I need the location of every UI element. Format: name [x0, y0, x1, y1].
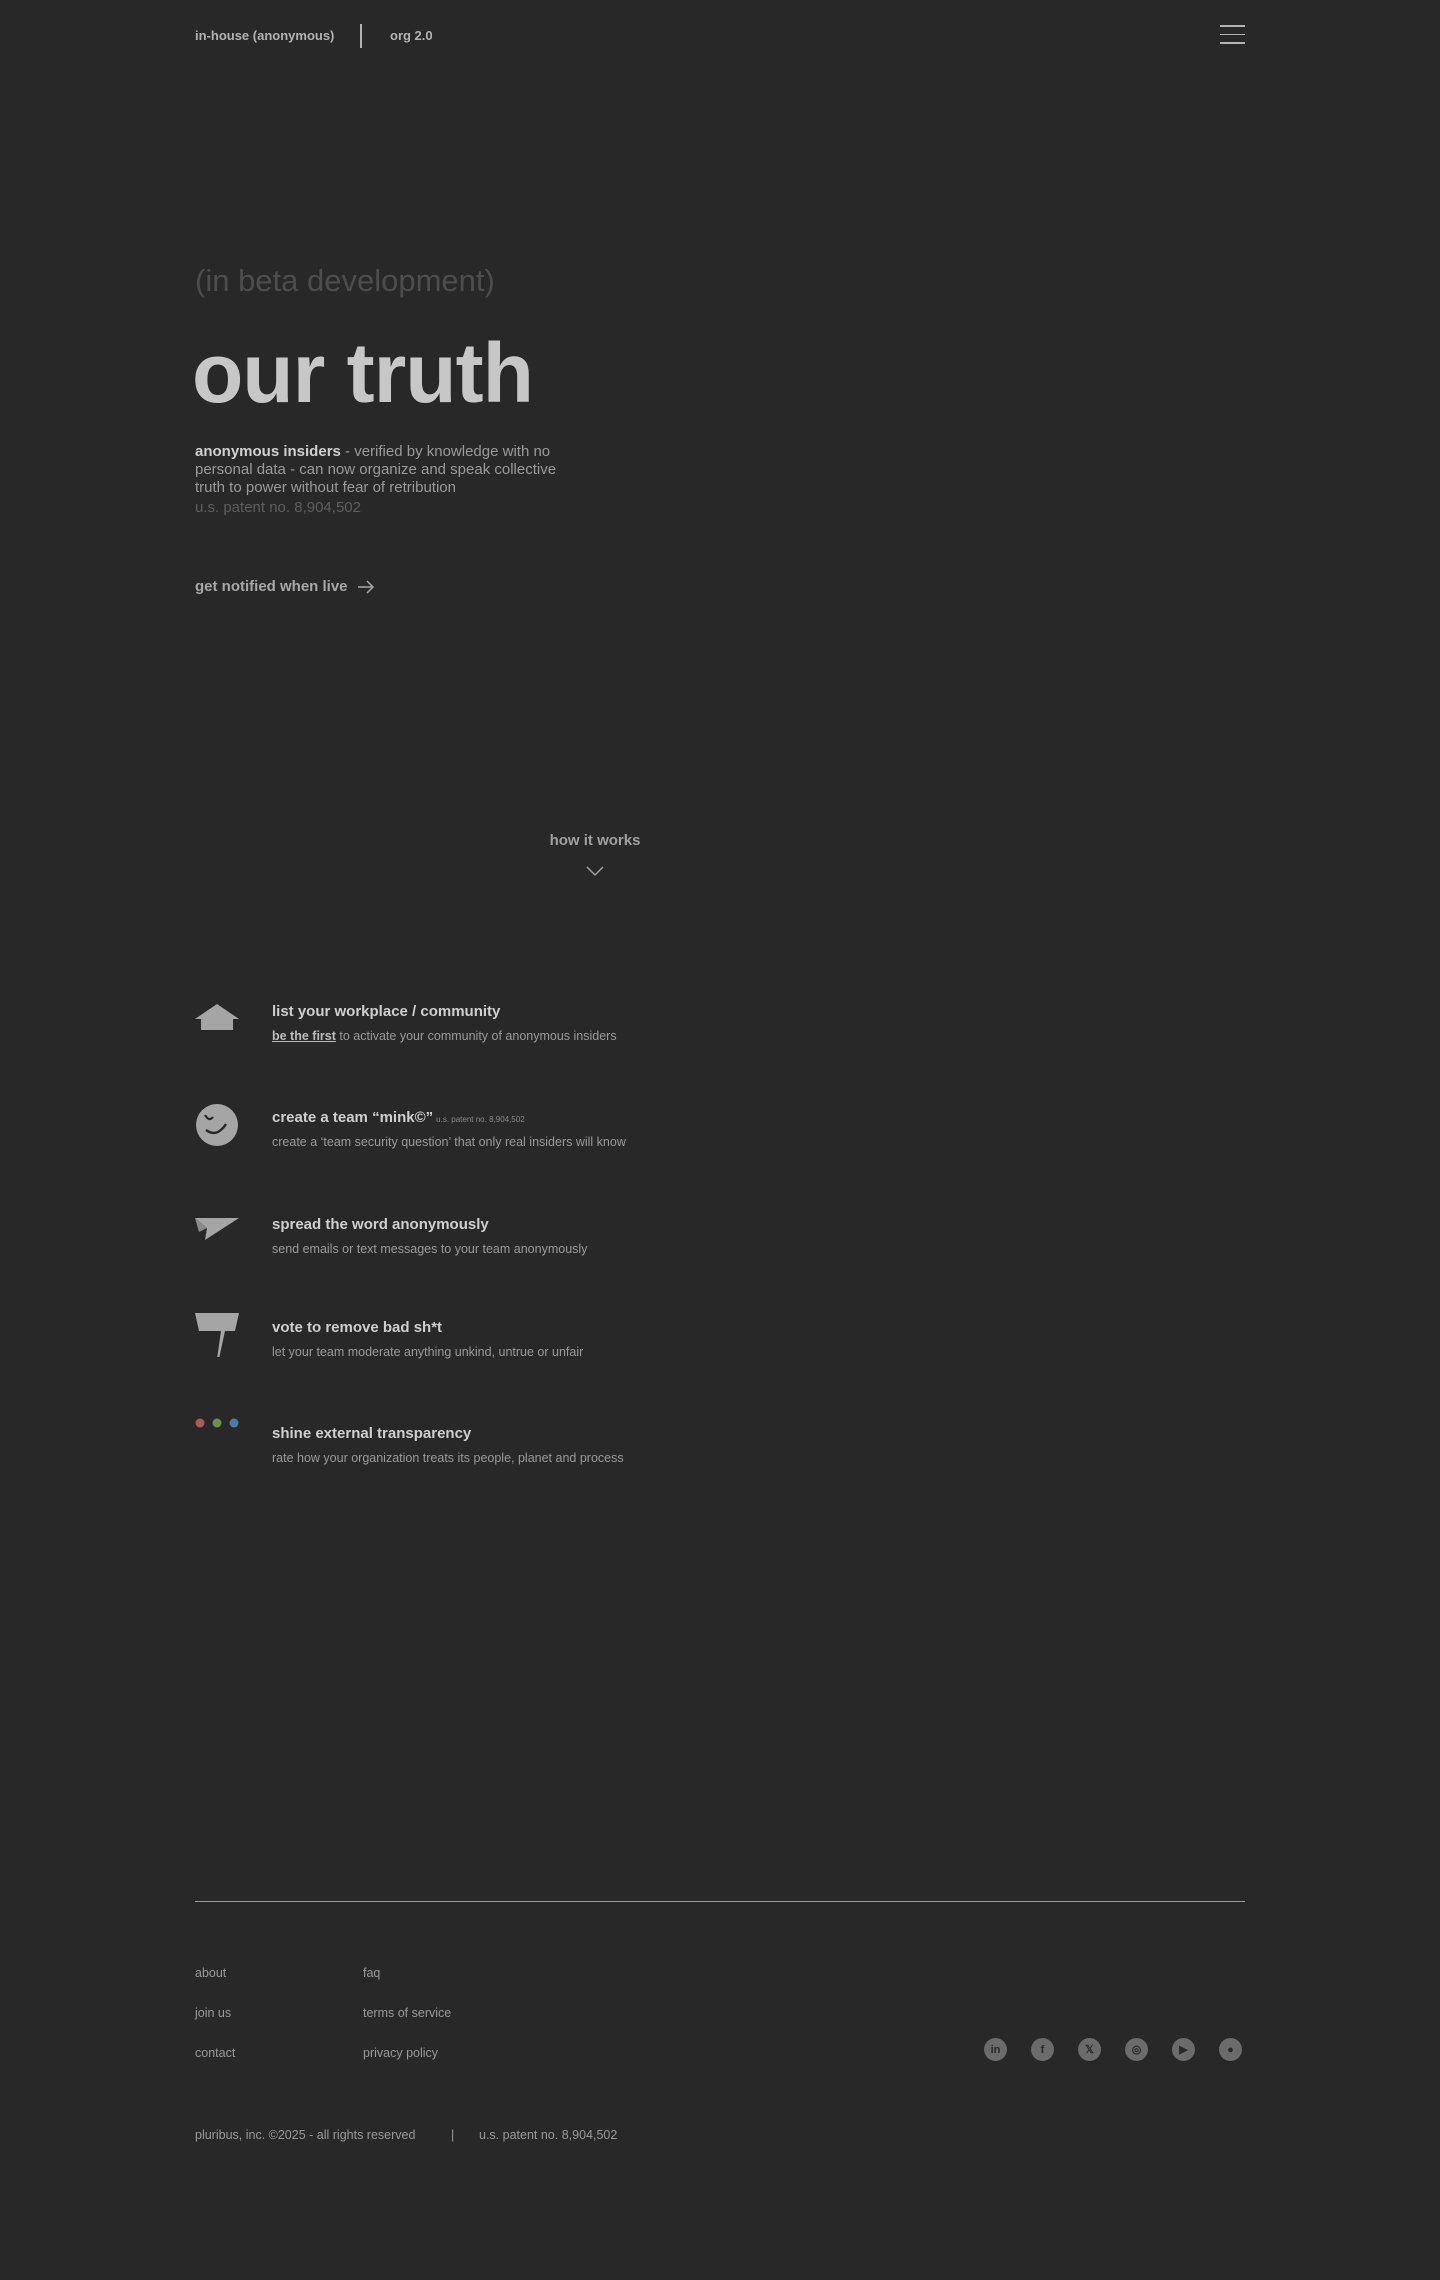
footer-link-terms[interactable]: terms of service — [363, 2006, 451, 2020]
footer-link-contact[interactable]: contact — [195, 2046, 235, 2060]
org-link[interactable]: org 2.0 — [390, 28, 433, 43]
footer-link-about[interactable]: about — [195, 1966, 226, 1980]
three-dots-icon — [195, 1418, 239, 1428]
step-desc-text: to activate your community of anonymous … — [335, 1029, 617, 1043]
social-links: in f 𝕏 ◎ ▶ ● — [984, 2038, 1242, 2061]
copyright-text: pluribus, inc. ©2025 - all rights reserv… — [195, 2128, 416, 2142]
reddit-icon[interactable]: ● — [1219, 2038, 1242, 2061]
step-desc: be the first to activate your community … — [272, 1029, 617, 1043]
beta-label: (in beta development) — [195, 263, 495, 298]
x-icon[interactable]: 𝕏 — [1078, 2038, 1101, 2061]
step-title: spread the word anonymously — [272, 1216, 489, 1233]
hero-desc-bold: anonymous insiders — [195, 443, 341, 460]
step-title-patent-note: u.s. patent no. 8,904,502 — [436, 1115, 525, 1124]
footer-patent: u.s. patent no. 8,904,502 — [479, 2128, 618, 2142]
copyright-separator: | — [451, 2128, 455, 2142]
wink-face-icon — [196, 1104, 238, 1146]
how-it-works-label: how it works — [549, 832, 641, 849]
flag-icon — [195, 1313, 239, 1357]
step-title-text: create a team “mink©” — [272, 1109, 434, 1126]
step-title: shine external transparency — [272, 1425, 472, 1442]
step-title: create a team “mink©” u.s. patent no. 8,9… — [272, 1109, 525, 1126]
step-title: list your workplace / community — [272, 1003, 501, 1020]
site-header: in-house (anonymous) org 2.0 — [195, 24, 1245, 48]
get-notified-button[interactable]: get notified when live — [195, 578, 375, 595]
hero-description: anonymous insiders - verified by knowled… — [195, 443, 585, 497]
footer-divider — [195, 1901, 1245, 1902]
paper-plane-icon — [195, 1218, 239, 1240]
brand-link[interactable]: in-house (anonymous) — [195, 28, 334, 43]
page-title: our truth — [192, 326, 534, 420]
step-desc: rate how your organization treats its pe… — [272, 1451, 624, 1465]
hamburger-icon[interactable] — [1220, 25, 1245, 45]
arrow-right-icon — [357, 579, 374, 594]
get-notified-label: get notified when live — [195, 578, 348, 595]
linkedin-icon[interactable]: in — [984, 2038, 1007, 2061]
footer-link-join-us[interactable]: join us — [195, 2006, 231, 2020]
footer-link-faq[interactable]: faq — [363, 1966, 380, 1980]
youtube-icon[interactable]: ▶ — [1172, 2038, 1195, 2061]
be-the-first-link[interactable]: be the first — [272, 1029, 336, 1043]
house-icon — [195, 1004, 239, 1030]
step-desc: create a ‘team security question’ that o… — [272, 1135, 626, 1149]
hero-patent: u.s. patent no. 8,904,502 — [195, 499, 361, 516]
instagram-icon[interactable]: ◎ — [1125, 2038, 1148, 2061]
step-desc: send emails or text messages to your tea… — [272, 1242, 588, 1256]
header-divider — [360, 24, 362, 48]
step-desc: let your team moderate anything unkind, … — [272, 1345, 584, 1359]
step-title: vote to remove bad sh*t — [272, 1319, 443, 1336]
chevron-down-icon[interactable] — [586, 866, 604, 877]
footer-link-privacy[interactable]: privacy policy — [363, 2046, 438, 2060]
facebook-icon[interactable]: f — [1031, 2038, 1054, 2061]
